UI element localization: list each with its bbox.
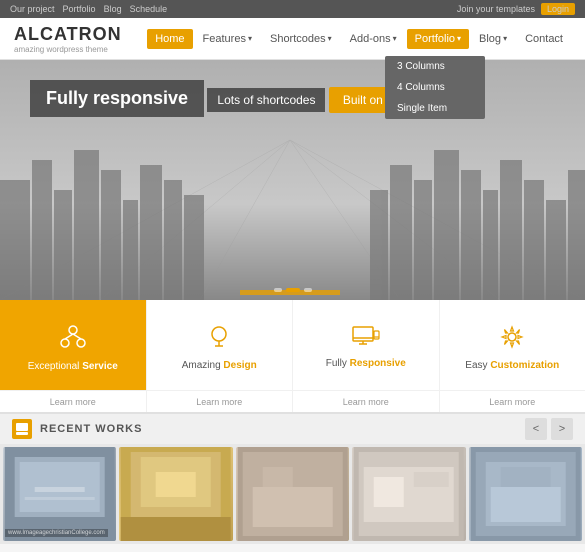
work-thumb-2[interactable]	[119, 447, 232, 541]
feature-responsive-label: Fully Responsive	[326, 358, 406, 369]
learn-more-2[interactable]: Learn more	[147, 391, 294, 412]
login-button[interactable]: Login	[541, 3, 575, 15]
feature-responsive: Fully Responsive	[293, 300, 440, 390]
thumb-2-inner	[119, 447, 232, 541]
hero-title: Fully responsive	[30, 80, 204, 117]
portfolio-dropdown: 3 Columns 4 Columns Single Item	[385, 56, 485, 119]
topbar-item-0[interactable]: Our project	[10, 4, 55, 14]
dot-1[interactable]	[274, 288, 282, 292]
header: ALCATRON amazing wordpress theme Home Fe…	[0, 18, 585, 60]
feature-customization: Easy Customization	[440, 300, 585, 390]
hero-section: Fully responsive Lots of shortcodes Buil…	[0, 60, 585, 300]
recent-works-left: RECENT WORKS	[12, 419, 142, 439]
features-section: Exceptional Service Amazing Design	[0, 300, 585, 390]
design-icon	[207, 324, 231, 356]
main-nav: Home Features ▾ Shortcodes ▾ Add-ons ▾ P…	[147, 29, 571, 49]
recent-works-icon	[12, 419, 32, 439]
learn-more-3[interactable]: Learn more	[293, 391, 440, 412]
next-button[interactable]: >	[551, 418, 573, 440]
dropdown-item-3col[interactable]: 3 Columns	[385, 56, 485, 77]
topbar-item-3[interactable]: Schedule	[130, 4, 168, 14]
hero-dots	[274, 288, 312, 292]
nav-shortcodes[interactable]: Shortcodes ▾	[262, 29, 340, 49]
chevron-down-icon: ▾	[457, 34, 461, 43]
work-thumb-1[interactable]: www.ImageagechristianCollege.com	[3, 447, 116, 541]
thumb-3-inner	[236, 447, 349, 541]
thumb-1-inner	[3, 447, 116, 541]
dot-2[interactable]	[286, 288, 300, 292]
logo-title: ALCATRON	[14, 24, 122, 45]
nav-portfolio[interactable]: Portfolio ▾	[407, 29, 469, 49]
chevron-down-icon: ▾	[328, 34, 332, 43]
customization-icon	[499, 324, 525, 356]
top-bar-right: Join your templates Login	[457, 3, 575, 15]
feature-design-label: Amazing Design	[182, 360, 257, 371]
feature-customization-label: Easy Customization	[465, 360, 559, 371]
nav-features[interactable]: Features ▾	[195, 29, 260, 49]
dropdown-item-single[interactable]: Single Item	[385, 98, 485, 119]
chevron-down-icon: ▾	[393, 34, 397, 43]
thumb-4-inner	[352, 447, 465, 541]
nav-blog[interactable]: Blog ▾	[471, 29, 515, 49]
learn-more-4[interactable]: Learn more	[440, 391, 585, 412]
feature-service-label: Exceptional Service	[28, 361, 118, 372]
feature-design: Amazing Design	[147, 300, 294, 390]
prev-button[interactable]: <	[525, 418, 547, 440]
thumb-5-inner	[469, 447, 582, 541]
logo-subtitle: amazing wordpress theme	[14, 45, 122, 54]
dropdown-item-4col[interactable]: 4 Columns	[385, 77, 485, 98]
nav-contact[interactable]: Contact	[517, 29, 571, 49]
work-thumb-3[interactable]	[236, 447, 349, 541]
top-bar-left: Our project Portfolio Blog Schedule	[10, 4, 167, 14]
work-thumb-4[interactable]	[352, 447, 465, 541]
hero-subtitle: Lots of shortcodes	[207, 88, 325, 112]
chevron-down-icon: ▾	[503, 34, 507, 43]
topbar-item-1[interactable]: Portfolio	[63, 4, 96, 14]
topbar-item-2[interactable]: Blog	[104, 4, 122, 14]
recent-works-header: RECENT WORKS < >	[0, 412, 585, 444]
topbar-right-text: Join your templates	[457, 4, 535, 14]
learn-more-row: Learn more Learn more Learn more Learn m…	[0, 390, 585, 412]
watermark: www.ImageagechristianCollege.com	[5, 529, 108, 537]
dot-3[interactable]	[304, 288, 312, 292]
logo: ALCATRON amazing wordpress theme	[14, 24, 122, 54]
feature-service: Exceptional Service	[0, 300, 147, 390]
work-thumb-5[interactable]	[469, 447, 582, 541]
chevron-down-icon: ▾	[248, 34, 252, 43]
responsive-icon	[352, 326, 380, 354]
nav-addons[interactable]: Add-ons ▾	[342, 29, 405, 49]
nav-home[interactable]: Home	[147, 29, 192, 49]
works-row: www.ImageagechristianCollege.com	[0, 444, 585, 544]
recent-works-nav: < >	[525, 418, 573, 440]
service-icon	[59, 323, 87, 357]
learn-more-1[interactable]: Learn more	[0, 391, 147, 412]
recent-works-title: RECENT WORKS	[40, 423, 142, 435]
top-bar: Our project Portfolio Blog Schedule Join…	[0, 0, 585, 18]
